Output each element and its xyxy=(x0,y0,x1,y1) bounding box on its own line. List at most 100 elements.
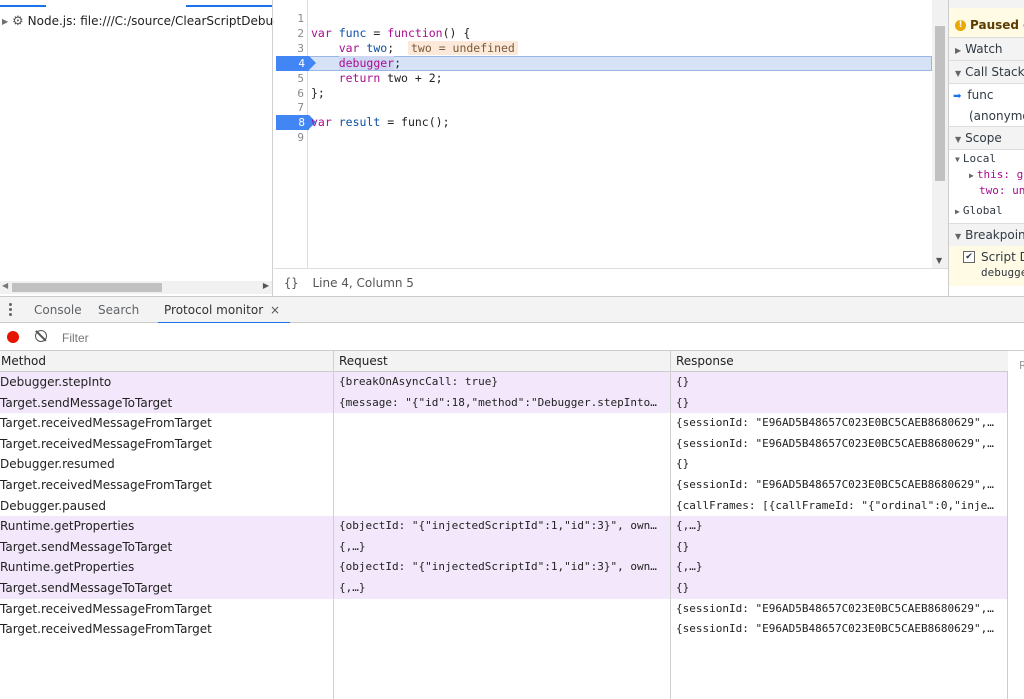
request-cell xyxy=(339,599,666,619)
response-cell: {,…} xyxy=(676,560,703,574)
grid-header: Method Request Response xyxy=(0,351,1008,372)
navigator-horizontal-scrollbar[interactable]: ◀ ▶ xyxy=(0,281,272,294)
code-text: ; xyxy=(394,56,402,70)
call-frame-item[interactable]: ➡ func xyxy=(949,85,1024,105)
gear-icon: ⚙ xyxy=(12,13,24,29)
scope-global[interactable]: ▶ Global xyxy=(949,203,1024,219)
table-row[interactable]: Target.sendMessageToTarget {message: "{"i… xyxy=(0,392,1007,414)
navigator-tree-item[interactable]: ▶ ⚙ Node.js: file:///C:/source/ClearScri… xyxy=(2,13,288,29)
table-row[interactable]: Target.receivedMessageFromTarget {session… xyxy=(0,413,1007,434)
line-number[interactable]: 5 xyxy=(274,71,304,86)
call-stack-section-header[interactable]: ▼ Call Stack xyxy=(949,60,1024,84)
scroll-left-icon[interactable]: ◀ xyxy=(2,281,8,290)
breakpoint-item[interactable]: ✔ Script D debugge xyxy=(949,246,1024,286)
table-row[interactable]: Runtime.getProperties {objectId: "{"injec… xyxy=(0,516,1007,537)
breakpoint-marker[interactable]: 4 xyxy=(276,56,316,71)
request-cell xyxy=(339,413,666,433)
breakpoint-checkbox[interactable]: ✔ xyxy=(963,251,975,263)
tab-search[interactable]: Search xyxy=(98,297,139,323)
line-number[interactable]: 7 xyxy=(274,100,304,115)
identifier: result xyxy=(338,115,381,129)
call-frame-item[interactable]: (anonymo xyxy=(949,106,1024,126)
response-cell: {} xyxy=(676,539,690,553)
section-label: Call Stack xyxy=(965,65,1024,79)
scope-section-header[interactable]: ▼ Scope xyxy=(949,126,1024,150)
watch-section-header[interactable]: ▶ Watch xyxy=(949,37,1024,61)
warning-icon: ! xyxy=(955,20,966,31)
navigator-tab-indicator-2 xyxy=(186,5,272,7)
scroll-down-icon[interactable]: ▼ xyxy=(936,256,942,265)
line-number[interactable]: 3 xyxy=(274,41,304,56)
line-number[interactable]: 9 xyxy=(274,130,304,145)
close-icon[interactable]: × xyxy=(270,303,280,317)
scope-local[interactable]: ▼ Local xyxy=(949,151,1024,167)
table-row[interactable]: Debugger.paused {callFrames: [{callFrameI… xyxy=(0,496,1007,517)
keyword: var xyxy=(311,26,332,40)
section-label: Watch xyxy=(965,42,1003,56)
table-row[interactable]: Target.sendMessageToTarget {,…} {} xyxy=(0,536,1007,558)
tree-item-label: Node.js: file:///C:/source/ClearScriptDe… xyxy=(27,14,289,28)
scope-variable-two[interactable]: two: un xyxy=(949,183,1024,199)
tab-protocol-monitor[interactable]: Protocol monitor × xyxy=(157,297,291,324)
scroll-right-icon[interactable]: ▶ xyxy=(263,281,269,290)
cursor-position: Line 4, Column 5 xyxy=(312,275,414,290)
code-line: var func = function() { xyxy=(311,26,470,41)
table-row[interactable]: Debugger.stepInto {breakOnAsyncCall: true… xyxy=(0,372,1007,393)
detail-pane-edge: R xyxy=(1008,351,1024,699)
current-line-highlight xyxy=(308,56,932,71)
line-number[interactable]: 1 xyxy=(274,11,304,26)
code-editor[interactable]: 1 2 3 4 5 6 7 8 9 var func = function() … xyxy=(274,0,948,268)
code-text: ; xyxy=(387,41,395,55)
table-row[interactable]: Debugger.resumed {} xyxy=(0,454,1007,475)
column-divider[interactable] xyxy=(333,351,334,699)
method-cell: Target.sendMessageToTarget xyxy=(0,581,173,595)
code-text: two + 2; xyxy=(380,71,443,85)
table-row[interactable]: Target.receivedMessageFromTarget {session… xyxy=(0,599,1007,620)
table-row[interactable]: Target.receivedMessageFromTarget {session… xyxy=(0,475,1007,496)
protocol-toolbar xyxy=(0,323,1024,351)
clear-icon[interactable] xyxy=(35,330,47,342)
section-label: Breakpoint xyxy=(965,228,1024,242)
column-header-request[interactable]: Request xyxy=(339,351,388,372)
record-button[interactable] xyxy=(7,331,19,343)
scrollbar-thumb[interactable] xyxy=(935,26,945,181)
breakpoint-code: debugge xyxy=(981,266,1024,279)
scrollbar-thumb[interactable] xyxy=(12,283,162,292)
drawer-menu-icon[interactable] xyxy=(9,303,12,318)
code-line: var result = func(); xyxy=(311,115,450,130)
breakpoints-section-header[interactable]: ▼ Breakpoint xyxy=(949,223,1024,247)
request-cell: {,…} xyxy=(339,539,366,553)
line-number[interactable]: 6 xyxy=(274,86,304,101)
code-text: () { xyxy=(442,26,471,40)
table-row[interactable]: Target.receivedMessageFromTarget {session… xyxy=(0,619,1007,640)
method-cell: Debugger.resumed xyxy=(0,457,115,472)
tab-console[interactable]: Console xyxy=(34,297,82,323)
request-cell: {objectId: "{"injectedScriptId":1,"id":3… xyxy=(339,560,657,574)
table-row[interactable]: Target.receivedMessageFromTarget {session… xyxy=(0,434,1007,455)
expand-triangle-icon: ▶ xyxy=(955,46,962,55)
column-header-response[interactable]: Response xyxy=(676,351,734,372)
line-number[interactable]: 2 xyxy=(274,26,304,41)
column-divider[interactable] xyxy=(670,351,671,699)
response-cell: {sessionId: "E96AD5B48657C023E0BC5CAEB86… xyxy=(676,622,994,636)
code-line: debugger; xyxy=(311,56,401,71)
request-cell xyxy=(339,619,666,639)
table-row[interactable]: Target.sendMessageToTarget {,…} {} xyxy=(0,578,1007,599)
column-header-method[interactable]: Method xyxy=(1,351,46,372)
table-row[interactable]: Runtime.getProperties {objectId: "{"injec… xyxy=(0,557,1007,578)
response-cell: {} xyxy=(676,375,690,388)
method-cell: Runtime.getProperties xyxy=(0,519,135,534)
paused-text: Paused o xyxy=(970,18,1024,32)
scope-variable-this[interactable]: ▶ this: g xyxy=(949,167,1024,183)
pretty-print-button[interactable]: {} xyxy=(284,276,298,290)
breakpoint-marker[interactable]: 8 xyxy=(276,115,316,130)
keyword: return xyxy=(338,71,381,85)
expand-triangle-icon[interactable]: ▶ xyxy=(2,17,12,26)
identifier: two xyxy=(366,41,388,55)
request-cell: {message: "{"id":18,"method":"Debugger.s… xyxy=(339,395,657,409)
filter-input[interactable] xyxy=(60,329,364,347)
editor-vertical-scrollbar[interactable]: ▼ xyxy=(932,0,948,268)
navigator-tab-indicator xyxy=(0,5,46,7)
section-label: Scope xyxy=(965,131,1002,145)
breakpoint-file: Script D xyxy=(981,250,1024,264)
